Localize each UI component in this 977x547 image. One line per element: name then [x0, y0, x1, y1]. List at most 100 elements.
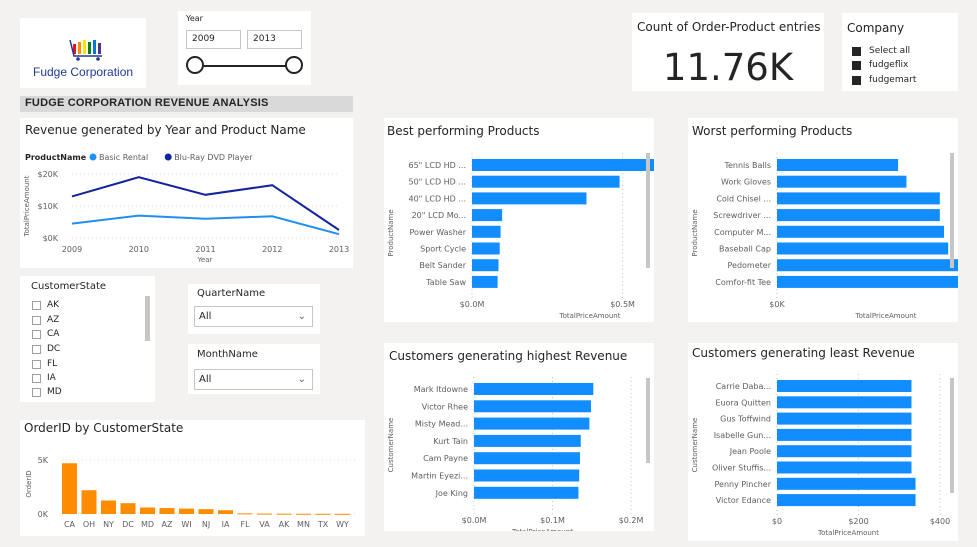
x-tick-label: 2009 — [62, 245, 82, 254]
x-tick-label: 2010 — [129, 245, 149, 254]
x-tick-label: $400 — [930, 517, 950, 526]
scrollbar[interactable] — [950, 378, 954, 493]
bar — [120, 503, 136, 514]
customer-state-item[interactable]: FL — [32, 359, 57, 369]
kpi-value: 11.76K — [662, 46, 794, 89]
x-tick-label: $0.5M — [610, 300, 635, 309]
scrollbar[interactable] — [145, 296, 150, 341]
bar — [472, 242, 500, 255]
checkbox-icon[interactable] — [32, 387, 41, 397]
bar — [101, 500, 116, 514]
x-tick-label: 2013 — [329, 245, 349, 254]
category-label: Work Gloves — [721, 178, 771, 187]
year-from-input[interactable]: 2009 — [186, 30, 241, 49]
year-slider-track[interactable] — [194, 65, 294, 67]
category-label: Table Saw — [425, 278, 466, 287]
report-banner-title: FUDGE CORPORATION REVENUE ANALYSIS — [25, 97, 269, 109]
customers-highest-card: Customers generating highest Revenue $0.… — [384, 343, 654, 531]
bar — [335, 513, 350, 515]
scrollbar[interactable] — [646, 153, 650, 268]
checkbox-icon[interactable] — [32, 373, 41, 383]
scrollbar[interactable] — [950, 153, 954, 268]
category-label: Jean Poole — [729, 447, 771, 456]
legend-marker — [164, 153, 172, 161]
x-tick-label: WI — [181, 520, 191, 529]
bar — [777, 192, 940, 205]
customer-state-slicer: CustomerState AK AZ CA DC FL IA MD — [20, 276, 155, 402]
x-tick-label: $0K — [769, 300, 785, 309]
company-slicer: Company Select all fudgeflix fudgemart — [842, 13, 958, 91]
bar — [472, 275, 498, 288]
bar — [81, 490, 97, 514]
chevron-down-icon[interactable]: ⌄ — [298, 374, 306, 385]
bar — [159, 508, 175, 514]
legend-title: ProductName — [25, 153, 87, 162]
revenue-by-year-card: Revenue generated by Year and Product Na… — [20, 118, 353, 268]
kpi-title: Count of Order-Product entries — [637, 20, 821, 34]
year-slider-handle-start[interactable] — [186, 56, 204, 74]
company-option-select-all[interactable]: Select all — [852, 46, 910, 56]
customers-highest-chart[interactable]: $0.0M $0.1M $0.2M Mark Itdowne Victor Rhee Mi… — [384, 343, 654, 531]
category-label: Baseball Cap — [719, 245, 771, 254]
x-tick-label: $0.1M — [540, 516, 565, 525]
customer-state-item[interactable]: AK — [32, 300, 59, 310]
checkbox-icon[interactable] — [32, 329, 41, 339]
bar — [237, 513, 253, 515]
checkbox-icon[interactable] — [32, 344, 41, 354]
company-option-fudgemart[interactable]: fudgemart — [852, 75, 916, 85]
scrollbar[interactable] — [646, 378, 650, 463]
bar — [474, 452, 580, 465]
x-tick-label: DC — [122, 520, 134, 529]
month-dropdown[interactable]: All ⌄ — [194, 369, 313, 390]
orders-by-state-chart[interactable]: 0K5KCA OH NY DC MD AZ WI NJ IA FL VA AK MN TX WYOrderI… — [20, 420, 365, 536]
x-tick-label: 2012 — [262, 245, 282, 254]
year-to-input[interactable]: 2013 — [247, 30, 302, 49]
quarter-slicer: QuarterName All ⌄ — [188, 284, 320, 334]
best-products-chart[interactable]: $0.0M $0.5M 65" LCD HD ... 50" LCD HD ... 40… — [384, 118, 654, 322]
x-tick-label: AK — [279, 520, 290, 529]
checkbox-checked-icon[interactable] — [852, 75, 861, 85]
report-banner: FUDGE CORPORATION REVENUE ANALYSIS — [20, 96, 353, 112]
x-tick-label: $0.0M — [460, 300, 485, 309]
year-slider-handle-end[interactable] — [285, 56, 303, 74]
bar — [472, 225, 501, 238]
customer-state-item[interactable]: DC — [32, 344, 60, 354]
category-label: Oliver Stuffis... — [712, 464, 771, 473]
company-option-fudgeflix[interactable]: fudgeflix — [852, 60, 908, 70]
category-label: Cam Payne — [423, 454, 468, 463]
customers-least-chart[interactable]: $0 $200 $400 Carrie Daba... Euora Quitten Gus… — [688, 343, 958, 541]
bar — [777, 428, 912, 441]
checkbox-checked-icon[interactable] — [852, 60, 861, 70]
x-tick-label: WY — [336, 520, 349, 529]
customer-state-item[interactable]: CA — [32, 329, 59, 339]
checkbox-checked-icon[interactable] — [852, 46, 861, 56]
category-label: Screwdriver ... — [713, 211, 771, 220]
y-tick-label: $0K — [43, 234, 59, 243]
chevron-down-icon[interactable]: ⌄ — [298, 311, 306, 322]
checkbox-icon[interactable] — [32, 315, 41, 325]
customer-state-item[interactable]: AZ — [32, 315, 59, 325]
category-label: Gus Toffwind — [720, 415, 771, 424]
x-tick-label: $0.0M — [462, 516, 487, 525]
worst-products-chart[interactable]: $0K$5KTennis BallsWork GlovesCold Chisel… — [688, 118, 958, 322]
category-label: Comfor-fit Tee — [715, 278, 771, 287]
category-label: Sport Cycle — [420, 245, 466, 254]
y-axis-title: TotalPriceAmount — [23, 175, 31, 237]
bar — [472, 209, 503, 222]
category-label: Tennis Balls — [723, 161, 771, 170]
checkbox-icon[interactable] — [32, 359, 41, 369]
customer-state-item[interactable]: MD — [32, 387, 62, 397]
bar — [472, 192, 587, 205]
x-tick-label: $200 — [848, 517, 868, 526]
customer-state-item[interactable]: IA — [32, 373, 56, 383]
bar — [179, 508, 194, 514]
checkbox-icon[interactable] — [32, 300, 41, 310]
x-tick-label: MD — [141, 520, 154, 529]
x-tick-label: FL — [240, 520, 250, 529]
company-slicer-title: Company — [847, 21, 905, 35]
revenue-by-year-chart[interactable]: ProductName Basic Rental Blu-Ray DVD Playe… — [20, 118, 353, 268]
x-tick-label: 2011 — [195, 245, 215, 254]
bar — [777, 445, 912, 458]
quarter-dropdown[interactable]: All ⌄ — [194, 306, 313, 327]
year-slicer-title: Year — [186, 14, 203, 23]
